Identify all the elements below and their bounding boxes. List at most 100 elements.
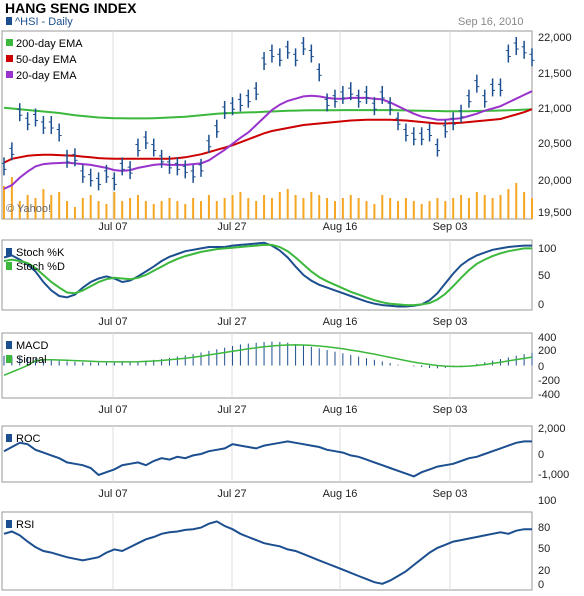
legend-swatch xyxy=(6,248,12,256)
x-tick-label: Sep 03 xyxy=(433,488,468,500)
chart-symbol: ^HSI - Daily xyxy=(15,16,73,28)
volume-bar xyxy=(326,198,329,219)
volume-bar xyxy=(223,198,226,219)
symbol-marker xyxy=(6,17,12,25)
legend-swatch xyxy=(6,341,12,349)
y-tick-label: 20,500 xyxy=(538,138,572,150)
x-tick-label: Aug 16 xyxy=(323,488,358,500)
volume-bar xyxy=(365,201,368,219)
panel-frame xyxy=(1,425,533,483)
x-tick-label: Aug 16 xyxy=(323,316,358,328)
legend-label: RSI xyxy=(16,519,34,531)
legend-label: MACD xyxy=(16,340,48,352)
volume-bar xyxy=(404,198,407,219)
volume-bar xyxy=(428,201,431,219)
volume-bar xyxy=(200,201,203,219)
volume-bar xyxy=(507,189,510,219)
x-tick-label: Jul 27 xyxy=(217,488,246,500)
y-tick-label: 100 xyxy=(538,495,556,507)
y-tick-label: 0 xyxy=(538,299,544,311)
x-tick-label: Jul 07 xyxy=(98,488,127,500)
y-tick-label: 0 xyxy=(538,449,544,461)
volume-bar xyxy=(349,195,352,219)
y-tick-label: 400 xyxy=(538,332,556,344)
volume-bar xyxy=(152,204,155,219)
volume-bar xyxy=(231,195,234,219)
volume-bar xyxy=(97,201,100,219)
x-tick-label: Jul 27 xyxy=(217,404,246,416)
legend-label: 200-day EMA xyxy=(16,38,83,50)
x-tick-label: Sep 03 xyxy=(433,404,468,416)
x-tick-label: Sep 03 xyxy=(433,221,468,233)
series-line-1 xyxy=(3,440,532,478)
legend-label: 20-day EMA xyxy=(16,70,77,82)
x-tick-label: Jul 27 xyxy=(217,316,246,328)
y-tick-label: 19,500 xyxy=(538,207,572,219)
volume-bar xyxy=(270,198,273,219)
volume-bar xyxy=(515,183,518,219)
volume-bar xyxy=(381,195,384,219)
volume-bar xyxy=(491,198,494,219)
legend-label: 50-day EMA xyxy=(16,54,77,66)
volume-bar xyxy=(121,201,124,219)
volume-bar xyxy=(397,201,400,219)
volume-bar xyxy=(58,192,61,219)
volume-bar xyxy=(475,192,478,219)
y-tick-label: 100 xyxy=(538,243,556,255)
volume-bar xyxy=(215,201,218,219)
volume-bar xyxy=(302,198,305,219)
volume-bar xyxy=(444,201,447,219)
series-line-1 xyxy=(3,241,532,308)
legend-swatch xyxy=(6,39,13,46)
volume-bar xyxy=(483,195,486,219)
y-tick-label: 22,000 xyxy=(538,32,572,44)
y-tick-label: -200 xyxy=(538,375,560,387)
volume-bar xyxy=(436,198,439,219)
panel-frame xyxy=(1,511,533,591)
volume-bar xyxy=(105,204,108,219)
y-tick-label: 21,000 xyxy=(538,103,572,115)
y-tick-label: 0 xyxy=(538,361,544,373)
watermark: © Yahoo! xyxy=(6,203,51,215)
legend-swatch xyxy=(6,55,13,62)
volume-bar xyxy=(531,198,533,219)
signal-line xyxy=(3,344,533,376)
legend-swatch xyxy=(6,434,12,442)
volume-bar xyxy=(310,192,313,219)
volume-bar xyxy=(81,198,84,219)
volume-bar xyxy=(3,186,5,219)
y-tick-label: 0 xyxy=(538,579,544,591)
y-tick-label: 50 xyxy=(538,270,550,282)
volume-bar xyxy=(523,192,526,219)
volume-bar xyxy=(357,198,360,219)
legend-swatch xyxy=(6,355,12,363)
x-tick-label: Jul 07 xyxy=(98,316,127,328)
volume-bar xyxy=(452,198,455,219)
volume-bar xyxy=(278,192,281,219)
y-tick-label: 50 xyxy=(538,543,550,555)
volume-bar xyxy=(247,198,250,219)
series-line-1 xyxy=(3,520,532,585)
legend-label: Signal xyxy=(16,354,47,366)
hang-seng-chart: HANG SENG INDEX ^HSI - Daily Sep 16, 201… xyxy=(1,0,572,591)
volume-bar xyxy=(467,198,470,219)
volume-bar xyxy=(333,201,336,219)
y-tick-label: 21,500 xyxy=(538,68,572,80)
y-tick-label: 200 xyxy=(538,345,556,357)
volume-bar xyxy=(66,201,69,219)
volume-bar xyxy=(318,195,321,219)
chart-title: HANG SENG INDEX xyxy=(5,0,137,16)
x-tick-label: Jul 27 xyxy=(217,221,246,233)
volume-bar xyxy=(263,195,266,219)
volume-bar xyxy=(420,204,423,219)
volume-bar xyxy=(412,201,415,219)
volume-bar xyxy=(460,195,463,219)
panel-frame xyxy=(1,332,533,399)
chart-date: Sep 16, 2010 xyxy=(458,16,523,28)
volume-bar xyxy=(73,207,76,219)
volume-bar xyxy=(207,195,210,219)
y-tick-label: 80 xyxy=(538,522,550,534)
legend-label: Stoch %K xyxy=(16,247,65,259)
volume-bar xyxy=(136,195,139,219)
legend-swatch xyxy=(6,71,13,78)
